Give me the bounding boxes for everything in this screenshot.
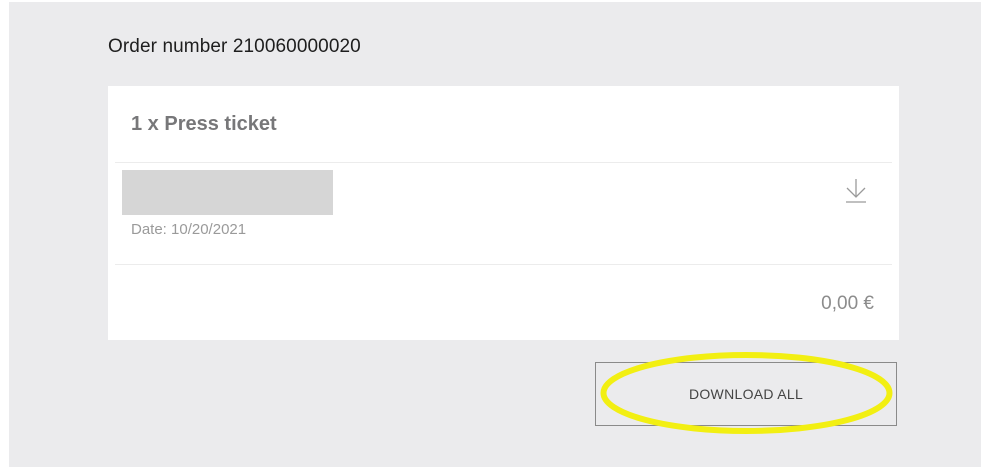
download-all-button[interactable]: DOWNLOAD ALL	[595, 362, 897, 426]
ticket-card: 1 x Press ticket Date: 10/20/2021 0,00 €	[108, 86, 899, 340]
ticket-group-header: 1 x Press ticket	[131, 113, 277, 135]
redacted-ticket-name	[122, 170, 333, 215]
download-icon[interactable]	[845, 178, 867, 204]
order-total: 0,00 €	[821, 293, 874, 314]
divider	[115, 264, 892, 265]
download-arrow-icon	[846, 179, 866, 203]
divider	[115, 162, 892, 163]
order-number-title: Order number 210060000020	[108, 36, 361, 57]
ticket-date: Date: 10/20/2021	[131, 221, 247, 238]
